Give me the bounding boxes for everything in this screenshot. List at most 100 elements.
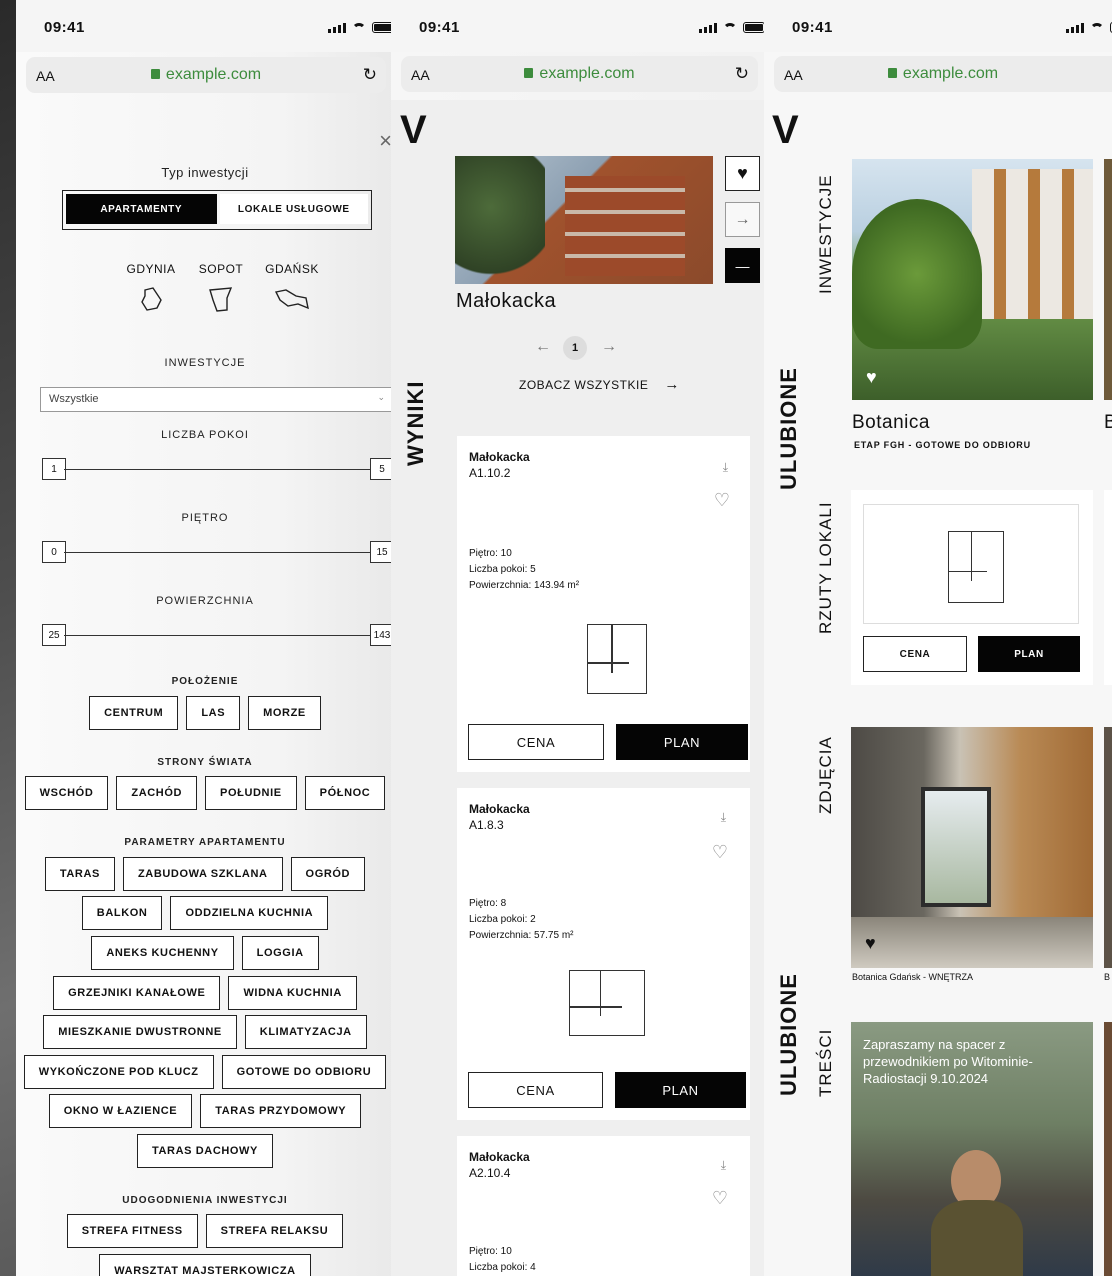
param-option[interactable]: GOTOWE DO ODBIORU — [221, 1055, 387, 1089]
spec-floor: Piętro: 8 — [469, 898, 507, 909]
amenities-label: UDOGODNIENIA INWESTYCJI — [122, 1195, 288, 1206]
location-option[interactable]: MORZE — [248, 696, 321, 730]
spec-rooms: Liczba pokoi: 2 — [469, 914, 536, 925]
param-option[interactable]: WIDNA KUCHNIA — [228, 976, 357, 1010]
result-card[interactable]: Małokacka A1.8.3 ⤓ ♡ Piętro: 8 Liczba po… — [457, 788, 750, 1120]
param-option[interactable]: WYKOŃCZONE POD KLUCZ — [23, 1055, 214, 1089]
floor-track — [64, 552, 394, 553]
card-code: A1.8.3 — [469, 818, 504, 832]
param-option[interactable]: ODDZIELNA KUCHNIA — [170, 896, 329, 930]
param-option[interactable]: KLIMATYZACJA — [244, 1015, 367, 1049]
address-bar[interactable]: AA example.com ↻ — [26, 57, 386, 93]
person-body — [931, 1200, 1023, 1276]
heart-icon[interactable]: ♡ — [712, 1188, 728, 1209]
floor-min[interactable]: 0 — [42, 541, 66, 563]
address-bar[interactable]: AA example.com — [774, 56, 1112, 92]
lock-icon — [150, 69, 160, 79]
card-specs: Piętro: 10 Liczba pokoi: 5 Powierzchnia:… — [469, 546, 579, 594]
next-photo-edge — [1104, 1022, 1112, 1276]
status-icons — [1066, 22, 1112, 33]
param-option[interactable]: OKNO W ŁAZIENCE — [48, 1094, 193, 1128]
download-icon[interactable]: ⤓ — [721, 1158, 726, 1173]
param-option[interactable]: ZABUDOWA SZKLANA — [122, 857, 283, 891]
city-sopot[interactable]: SOPOT — [196, 262, 246, 319]
direction-option[interactable]: WSCHÓD — [24, 776, 109, 810]
investments-label: INWESTYCJE — [164, 357, 246, 369]
type-apartments[interactable]: APARTAMENTY — [66, 194, 217, 224]
param-option[interactable]: TARAS DACHOWY — [137, 1134, 273, 1168]
logo[interactable]: V — [400, 108, 427, 153]
heart-icon[interactable]: ♥ — [865, 933, 876, 954]
param-option[interactable]: GRZEJNIKI KANAŁOWE — [53, 976, 221, 1010]
download-icon[interactable]: ⤓ — [721, 810, 726, 825]
amenity-option[interactable]: STREFA RELAKSU — [205, 1214, 344, 1248]
type-commercial[interactable]: LOKALE USŁUGOWE — [219, 194, 368, 224]
arrow-right-icon[interactable]: → — [725, 202, 760, 237]
city-gdynia[interactable]: GDYNIA — [122, 262, 180, 319]
heart-icon[interactable]: ♡ — [712, 842, 728, 863]
floor — [851, 917, 1093, 968]
plan-button[interactable]: PLAN — [615, 1072, 746, 1108]
param-option[interactable]: BALKON — [81, 896, 163, 930]
location-option[interactable]: LAS — [186, 696, 241, 730]
reload-icon[interactable]: ↻ — [735, 64, 749, 84]
param-option[interactable]: ANEKS KUCHENNY — [91, 936, 234, 970]
reload-icon[interactable]: ↻ — [363, 65, 377, 85]
result-card[interactable]: Małokacka A1.10.2 ⤓ ♡ Piętro: 10 Liczba … — [457, 436, 750, 772]
city-label: SOPOT — [198, 262, 244, 276]
plan-button[interactable]: PLAN — [616, 724, 748, 760]
direction-option[interactable]: ZACHÓD — [116, 776, 198, 810]
price-button[interactable]: CENA — [468, 1072, 603, 1108]
see-all-link[interactable]: ZOBACZ WSZYSTKIE → — [519, 376, 680, 393]
investment-photo[interactable]: ♥ — [852, 159, 1093, 400]
rooms-min[interactable]: 1 — [42, 458, 66, 480]
param-option[interactable]: MIESZKANIE DWUSTRONNE — [43, 1015, 237, 1049]
building-facade — [972, 169, 1093, 319]
location-option[interactable]: CENTRUM — [89, 696, 179, 730]
featured-photo[interactable] — [455, 156, 713, 284]
param-option[interactable]: TARAS — [44, 857, 115, 891]
download-icon[interactable]: ⤓ — [723, 460, 728, 475]
gdansk-map-icon — [274, 289, 309, 310]
price-button[interactable]: CENA — [468, 724, 604, 760]
plan-card[interactable]: CENA PLAN — [851, 490, 1093, 685]
page-indicator[interactable]: 1 — [563, 336, 587, 360]
plan-button[interactable]: PLAN — [978, 636, 1080, 672]
card-name: Małokacka — [469, 1150, 530, 1164]
wifi-icon — [352, 23, 366, 33]
city-gdansk[interactable]: GDAŃSK — [262, 262, 322, 319]
param-option[interactable]: LOGGIA — [241, 936, 319, 970]
investments-select[interactable]: Wszystkie ⌄ — [40, 387, 392, 412]
params-row: BALKON ODDZIELNA KUCHNIA — [16, 896, 394, 930]
result-card[interactable]: Małokacka A2.10.4 ⤓ ♡ Piętro: 10 Liczba … — [457, 1136, 750, 1276]
direction-option[interactable]: PÓŁNOC — [304, 776, 386, 810]
city-selector: GDYNIA SOPOT GDAŃSK — [122, 262, 322, 319]
amenity-option[interactable]: WARSZTAT MAJSTERKOWICZA — [99, 1254, 311, 1276]
price-button[interactable]: CENA — [863, 636, 967, 672]
next-arrow-icon[interactable]: → — [601, 338, 617, 356]
url-text: example.com — [539, 65, 635, 82]
rooms-slider[interactable]: 1 5 — [40, 458, 394, 482]
heart-icon[interactable]: ♡ — [714, 490, 730, 511]
area-slider[interactable]: 25 143 — [40, 624, 394, 648]
prev-arrow-icon[interactable]: ← — [535, 338, 551, 356]
minus-icon[interactable]: — — [725, 248, 760, 283]
area-min[interactable]: 25 — [42, 624, 66, 646]
params-row: TARAS DACHOWY — [16, 1134, 394, 1168]
next-plan-card-edge — [1104, 490, 1112, 685]
amenity-option[interactable]: STREFA FITNESS — [66, 1214, 198, 1248]
params-row: ANEKS KUCHENNY LOGGIA — [16, 936, 394, 970]
event-photo[interactable]: Zapraszamy na spacer z przewodnikiem po … — [851, 1022, 1093, 1276]
param-option[interactable]: TARAS PRZYDOMOWY — [200, 1094, 362, 1128]
type-label: Typ inwestycji — [161, 165, 249, 180]
floor-slider[interactable]: 0 15 — [40, 541, 394, 565]
favorite-heart-icon[interactable]: ♥ — [725, 156, 760, 191]
direction-option[interactable]: POŁUDNIE — [205, 776, 297, 810]
address-bar[interactable]: AA example.com ↻ — [401, 56, 758, 92]
glass-door — [921, 787, 991, 907]
logo[interactable]: V — [772, 108, 799, 153]
heart-icon[interactable]: ♥ — [866, 367, 877, 388]
param-option[interactable]: OGRÓD — [290, 857, 366, 891]
phone-favorites: 09:41 AA example.com V ULUBIONE ULUBIONE… — [764, 0, 1112, 1276]
interior-photo[interactable]: ♥ — [851, 727, 1093, 968]
